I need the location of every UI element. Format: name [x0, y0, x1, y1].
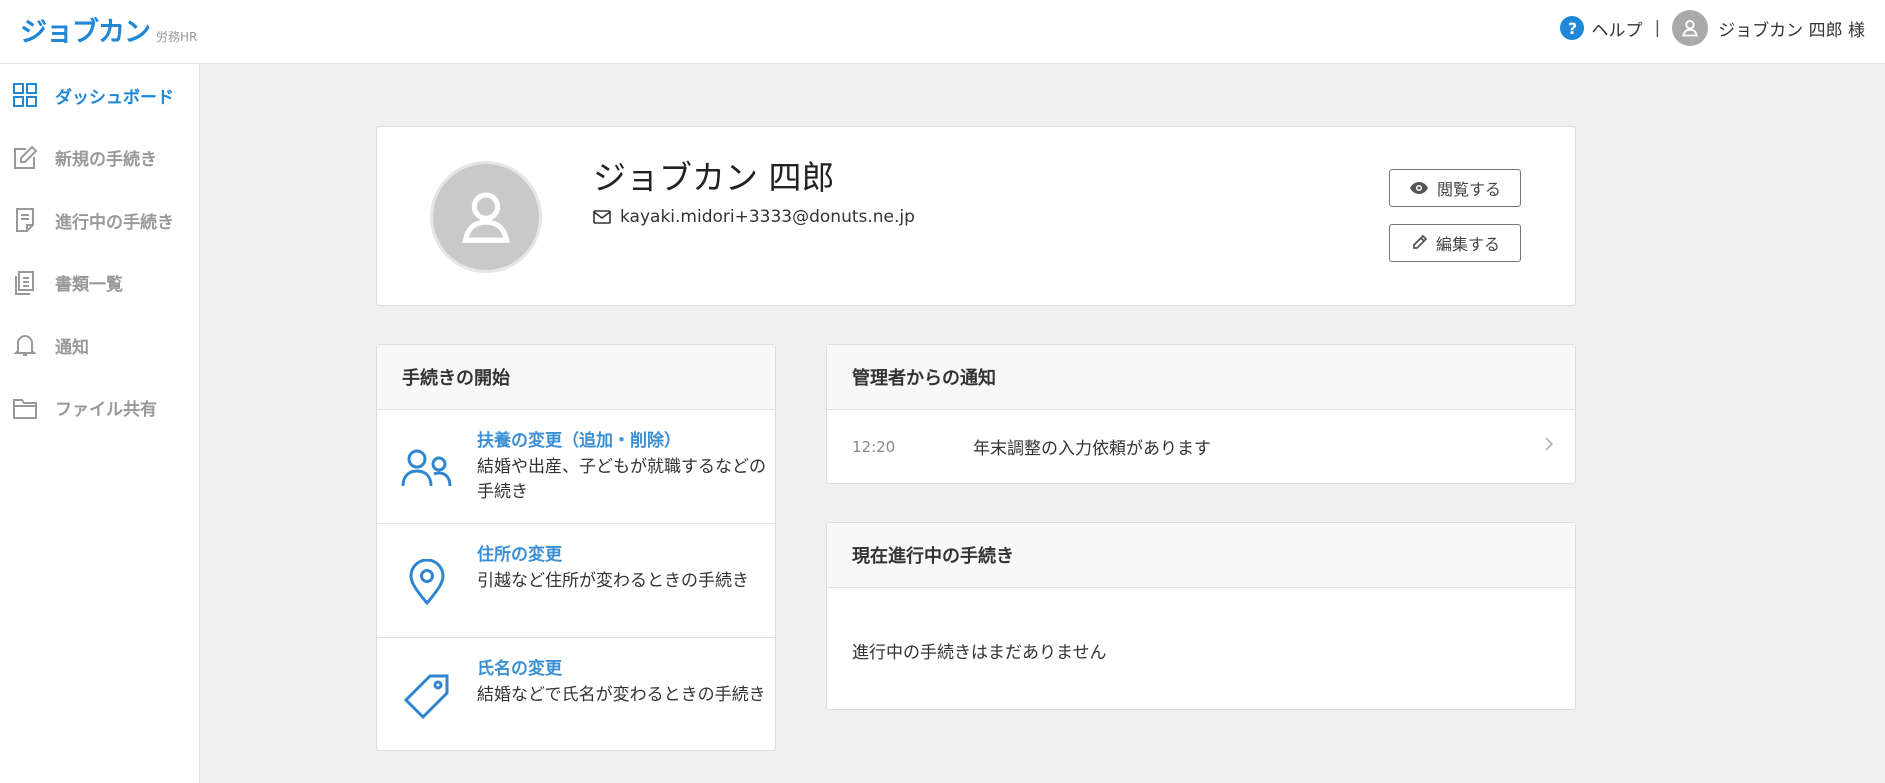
help-link[interactable]: ? ヘルプ	[1560, 16, 1642, 41]
avatar	[1672, 10, 1709, 46]
help-icon: ?	[1560, 16, 1585, 40]
view-button[interactable]: 閲覧する	[1389, 169, 1521, 207]
document-icon	[12, 207, 38, 233]
documents-icon	[12, 270, 38, 296]
logo-text: ジョブカン	[20, 17, 151, 48]
grid-icon	[12, 82, 38, 108]
sidebar-item-label: 新規の手続き	[55, 150, 157, 171]
procedure-dependents-change[interactable]: 扶養の変更（追加・削除） 結婚や出産、子どもが就職するなどの手続き	[377, 410, 775, 524]
sidebar-item-documents[interactable]: 書類一覧	[0, 252, 199, 315]
sidebar-item-label: 書類一覧	[55, 275, 123, 296]
sidebar-item-label: ダッシュボード	[55, 87, 174, 108]
sidebar: ダッシュボード 新規の手続き 進行中の手続き 書類一覧 通知 ファイル共有	[0, 64, 200, 783]
notice-time: 12:20	[852, 437, 896, 456]
email-text: kayaki.midori+3333@donuts.ne.jp	[620, 207, 915, 227]
card-title: 管理者からの通知	[827, 345, 1575, 410]
sidebar-item-notifications[interactable]: 通知	[0, 314, 199, 377]
procedure-name-change[interactable]: 氏名の変更 結婚などで氏名が変わるときの手続き	[377, 638, 775, 752]
tag-icon	[400, 672, 454, 720]
sidebar-item-label: ファイル共有	[55, 400, 157, 421]
sidebar-item-dashboard[interactable]: ダッシュボード	[0, 64, 199, 127]
card-title: 手続きの開始	[377, 345, 775, 410]
header-separator: |	[1654, 18, 1661, 38]
procedure-description: 結婚や出産、子どもが就職するなどの手続き	[477, 457, 766, 502]
avatar	[430, 161, 542, 273]
admin-notices-card: 管理者からの通知 12:20 年末調整の入力依頼があります	[826, 344, 1576, 484]
procedure-description: 結婚などで氏名が変わるときの手続き	[477, 685, 766, 705]
chevron-right-icon	[1545, 437, 1553, 451]
procedure-title: 氏名の変更	[477, 659, 562, 679]
help-label: ヘルプ	[1591, 20, 1643, 41]
sidebar-item-file-share[interactable]: ファイル共有	[0, 377, 199, 440]
notice-item[interactable]: 12:20 年末調整の入力依頼があります	[827, 410, 1575, 483]
mail-icon	[593, 210, 611, 224]
procedure-description: 引越など住所が変わるときの手続き	[477, 571, 749, 591]
sidebar-item-label: 通知	[55, 337, 89, 358]
location-pin-icon	[400, 558, 454, 606]
profile-name: ジョブカン 四郎	[593, 158, 835, 197]
procedure-title: 扶養の変更（追加・削除）	[477, 431, 681, 451]
notice-text: 年末調整の入力依頼があります	[973, 439, 1211, 459]
edit-icon	[12, 145, 38, 171]
app-logo[interactable]: ジョブカン 労務HR	[20, 10, 197, 49]
start-procedures-card: 手続きの開始 扶養の変更（追加・削除） 結婚や出産、子どもが就職するなどの手続き…	[376, 344, 776, 751]
edit-button-label: 編集する	[1435, 235, 1500, 254]
sidebar-item-in-progress[interactable]: 進行中の手続き	[0, 189, 199, 252]
bell-icon	[12, 332, 38, 358]
procedure-address-change[interactable]: 住所の変更 引越など住所が変わるときの手続き	[377, 524, 775, 638]
profile-email: kayaki.midori+3333@donuts.ne.jp	[593, 207, 915, 227]
pencil-icon	[1413, 234, 1428, 249]
in-progress-card: 現在進行中の手続き 進行中の手続きはまだありません	[826, 522, 1576, 710]
profile-card: ジョブカン 四郎 kayaki.midori+3333@donuts.ne.jp…	[376, 126, 1576, 306]
sidebar-item-label: 進行中の手続き	[55, 212, 174, 233]
empty-message: 進行中の手続きはまだありません	[852, 643, 1107, 663]
folder-icon	[12, 395, 38, 421]
edit-button[interactable]: 編集する	[1389, 224, 1521, 262]
logo-subtitle: 労務HR	[156, 30, 198, 44]
card-title: 現在進行中の手続き	[827, 523, 1575, 588]
eye-icon	[1409, 182, 1428, 194]
procedure-title: 住所の変更	[477, 545, 562, 565]
user-menu[interactable]: ジョブカン 四郎 様	[1672, 10, 1865, 46]
sidebar-item-new-procedure[interactable]: 新規の手続き	[0, 127, 199, 190]
people-icon	[400, 444, 454, 492]
header-right: ? ヘルプ | ジョブカン 四郎 様	[1560, 10, 1865, 46]
view-button-label: 閲覧する	[1436, 180, 1501, 199]
user-name: ジョブカン 四郎 様	[1718, 20, 1865, 41]
user-icon	[1682, 20, 1698, 37]
top-header: ジョブカン 労務HR ? ヘルプ | ジョブカン 四郎 様	[0, 0, 1885, 64]
user-icon	[462, 192, 510, 243]
